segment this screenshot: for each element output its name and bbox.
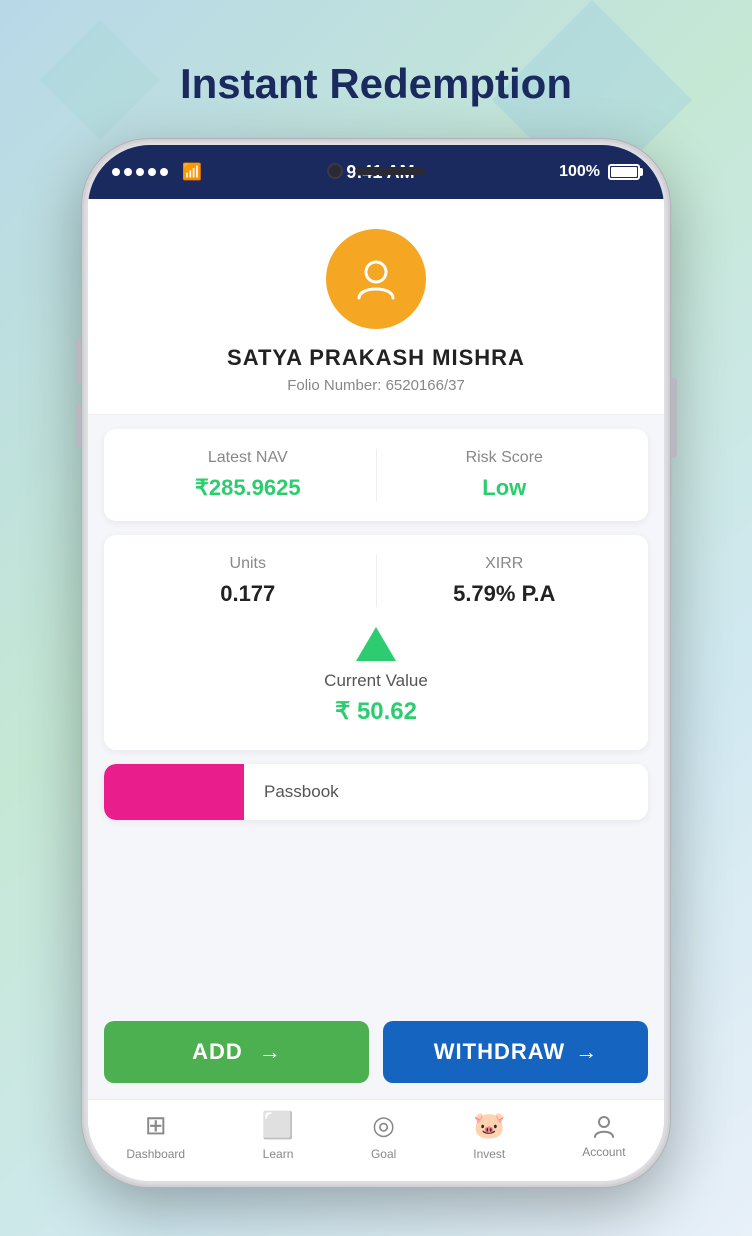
- signal-dots: [112, 168, 168, 176]
- folio-number: Folio Number: 6520166/37: [287, 377, 465, 394]
- units-label: Units: [230, 555, 266, 573]
- risk-label: Risk Score: [466, 449, 543, 467]
- risk-col: Risk Score Low: [377, 449, 633, 501]
- goal-icon: ◎: [372, 1110, 395, 1141]
- account-icon: [591, 1113, 617, 1139]
- xirr-label: XIRR: [485, 555, 523, 573]
- current-value-amount: ₹ 50.62: [335, 697, 417, 726]
- nav-item-dashboard[interactable]: ⊞ Dashboard: [126, 1110, 185, 1161]
- nav-label-learn: Learn: [263, 1147, 294, 1161]
- wifi-icon: 📶: [182, 162, 202, 182]
- profile-section: SATYA PRAKASH MISHRA Folio Number: 65201…: [88, 199, 664, 415]
- invest-icon: 🐷: [473, 1110, 505, 1141]
- page-title: Instant Redemption: [180, 60, 572, 108]
- current-value-label: Current Value: [324, 671, 428, 691]
- withdraw-button-label: WITHDRAW: [434, 1039, 565, 1065]
- passbook-tab: [104, 764, 244, 820]
- power-button: [671, 378, 677, 458]
- nav-item-goal[interactable]: ◎ Goal: [371, 1110, 396, 1161]
- bottom-nav: ⊞ Dashboard ⬜ Learn ◎ Goal 🐷: [88, 1099, 664, 1181]
- user-icon: [351, 254, 401, 304]
- volume-buttons: [75, 338, 81, 448]
- units-row: Units 0.177 XIRR 5.79% P.A: [104, 535, 648, 607]
- units-value: 0.177: [220, 581, 275, 607]
- battery-icon: [608, 164, 640, 180]
- phone-frame: 📶 9:41 AM 100%: [81, 138, 671, 1188]
- user-name: SATYA PRAKASH MISHRA: [227, 345, 525, 371]
- nav-label: Latest NAV: [208, 449, 288, 467]
- withdraw-button[interactable]: WITHDRAW →: [383, 1021, 648, 1083]
- units-card: Units 0.177 XIRR 5.79% P.A Current Va: [104, 535, 648, 750]
- passbook-area[interactable]: Passbook: [104, 764, 648, 820]
- risk-value: Low: [482, 475, 526, 501]
- add-button-label: ADD: [192, 1039, 243, 1065]
- nav-item-learn[interactable]: ⬜ Learn: [262, 1110, 294, 1161]
- nav-risk-card: Latest NAV ₹285.9625 Risk Score Low: [104, 429, 648, 521]
- nav-label-invest: Invest: [473, 1147, 505, 1161]
- xirr-value: 5.79% P.A: [453, 581, 555, 607]
- volume-down-button: [75, 403, 81, 448]
- current-value-section: Current Value ₹ 50.62: [104, 607, 648, 750]
- nav-item-account[interactable]: Account: [582, 1113, 625, 1159]
- action-buttons: ADD → WITHDRAW →: [88, 1005, 664, 1099]
- nav-item-invest[interactable]: 🐷 Invest: [473, 1110, 505, 1161]
- add-button[interactable]: ADD →: [104, 1021, 369, 1083]
- nav-label-account: Account: [582, 1145, 625, 1159]
- learn-icon: ⬜: [262, 1110, 294, 1141]
- triangle-up-icon: [356, 627, 396, 661]
- passbook-label: Passbook: [244, 782, 339, 802]
- battery-percentage: 100%: [559, 163, 600, 181]
- volume-up-button: [75, 338, 81, 383]
- add-arrow-icon: →: [259, 1039, 281, 1065]
- phone-notch: [327, 163, 425, 179]
- camera: [327, 163, 343, 179]
- avatar: [326, 229, 426, 329]
- speaker: [355, 167, 425, 175]
- units-col: Units 0.177: [120, 555, 376, 607]
- nav-label-goal: Goal: [371, 1147, 396, 1161]
- nav-label-dashboard: Dashboard: [126, 1147, 185, 1161]
- dashboard-icon: ⊞: [145, 1110, 167, 1141]
- withdraw-arrow-icon: →: [575, 1039, 597, 1065]
- nav-col: Latest NAV ₹285.9625: [120, 449, 376, 501]
- screen-content: SATYA PRAKASH MISHRA Folio Number: 65201…: [88, 199, 664, 1181]
- nav-value: ₹285.9625: [195, 475, 301, 501]
- xirr-col: XIRR 5.79% P.A: [377, 555, 633, 607]
